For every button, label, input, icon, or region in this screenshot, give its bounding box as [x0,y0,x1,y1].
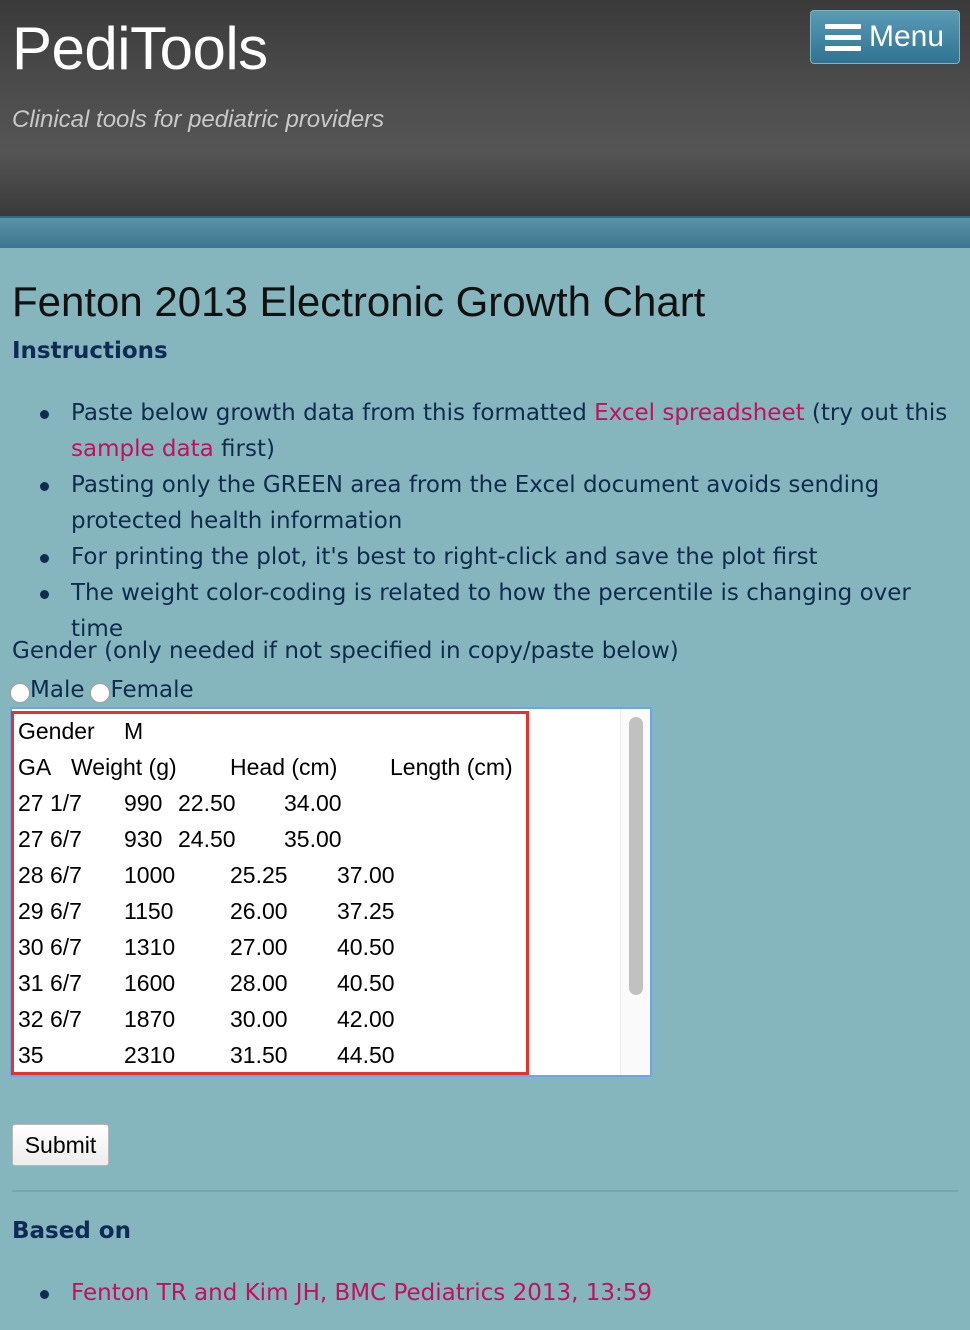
submit-button[interactable]: Submit [12,1124,109,1166]
fenton-reference-link[interactable]: Fenton TR and Kim JH, BMC Pediatrics 201… [71,1280,652,1306]
section-divider [12,1190,958,1192]
instruction-item: The weight color-coding is related to ho… [30,575,960,647]
hamburger-icon [825,23,861,51]
gender-label: Gender (only needed if not specified in … [12,638,679,664]
gender-radio-group: Male Female [10,674,194,706]
instructions-heading: Instructions [12,338,168,364]
site-tagline: Clinical tools for pediatric providers [12,106,385,133]
menu-button-label: Menu [869,20,945,53]
textarea-line: 32 6/7 1870 30.00 42.00 [18,1006,395,1032]
female-radio-label[interactable]: Female [110,677,193,703]
textarea-line: 27 1/7 990 22.50 34.00 [18,790,342,816]
excel-spreadsheet-link[interactable]: Excel spreadsheet [594,400,805,426]
textarea-line: 27 6/7 930 24.50 35.00 [18,826,342,852]
textarea-line: GA Weight (g) Head (cm) Length (cm) [18,754,513,780]
textarea-line: Gender M [18,718,144,744]
reference-item: Fenton TR and Kim JH, BMC Pediatrics 201… [30,1275,960,1311]
site-header: PediTools Clinical tools for pediatric p… [0,0,970,216]
based-on-heading: Based on [12,1218,131,1244]
menu-button[interactable]: Menu [810,10,960,64]
nav-strip [0,216,970,248]
instruction-item: Pasting only the GREEN area from the Exc… [30,467,960,539]
instruction-item: Paste below growth data from this format… [30,395,960,467]
textarea-line: 28 6/7 1000 25.25 37.00 [18,862,395,888]
page-title: Fenton 2013 Electronic Growth Chart [12,278,706,325]
growth-data-textarea[interactable]: Gender M GA Weight (g) Head (cm) Length … [10,707,652,1077]
references-list: Fenton TR and Kim JH, BMC Pediatrics 201… [30,1275,960,1311]
textarea-scrollbar[interactable] [620,709,650,1075]
male-radio-label[interactable]: Male [30,677,84,703]
instructions-list: Paste below growth data from this format… [30,395,960,647]
site-title[interactable]: PediTools [12,14,268,83]
sample-data-link[interactable]: sample data [71,436,214,462]
textarea-line: 31 6/7 1600 28.00 40.50 [18,970,395,996]
male-radio[interactable] [10,683,30,703]
textarea-line: 35 2310 31.50 44.50 [18,1042,395,1068]
instruction-item: For printing the plot, it's best to righ… [30,539,960,575]
female-radio[interactable] [90,683,111,703]
textarea-line: 30 6/7 1310 27.00 40.50 [18,934,395,960]
textarea-line: 29 6/7 1150 26.00 37.25 [18,898,395,924]
scrollbar-thumb[interactable] [629,717,643,995]
